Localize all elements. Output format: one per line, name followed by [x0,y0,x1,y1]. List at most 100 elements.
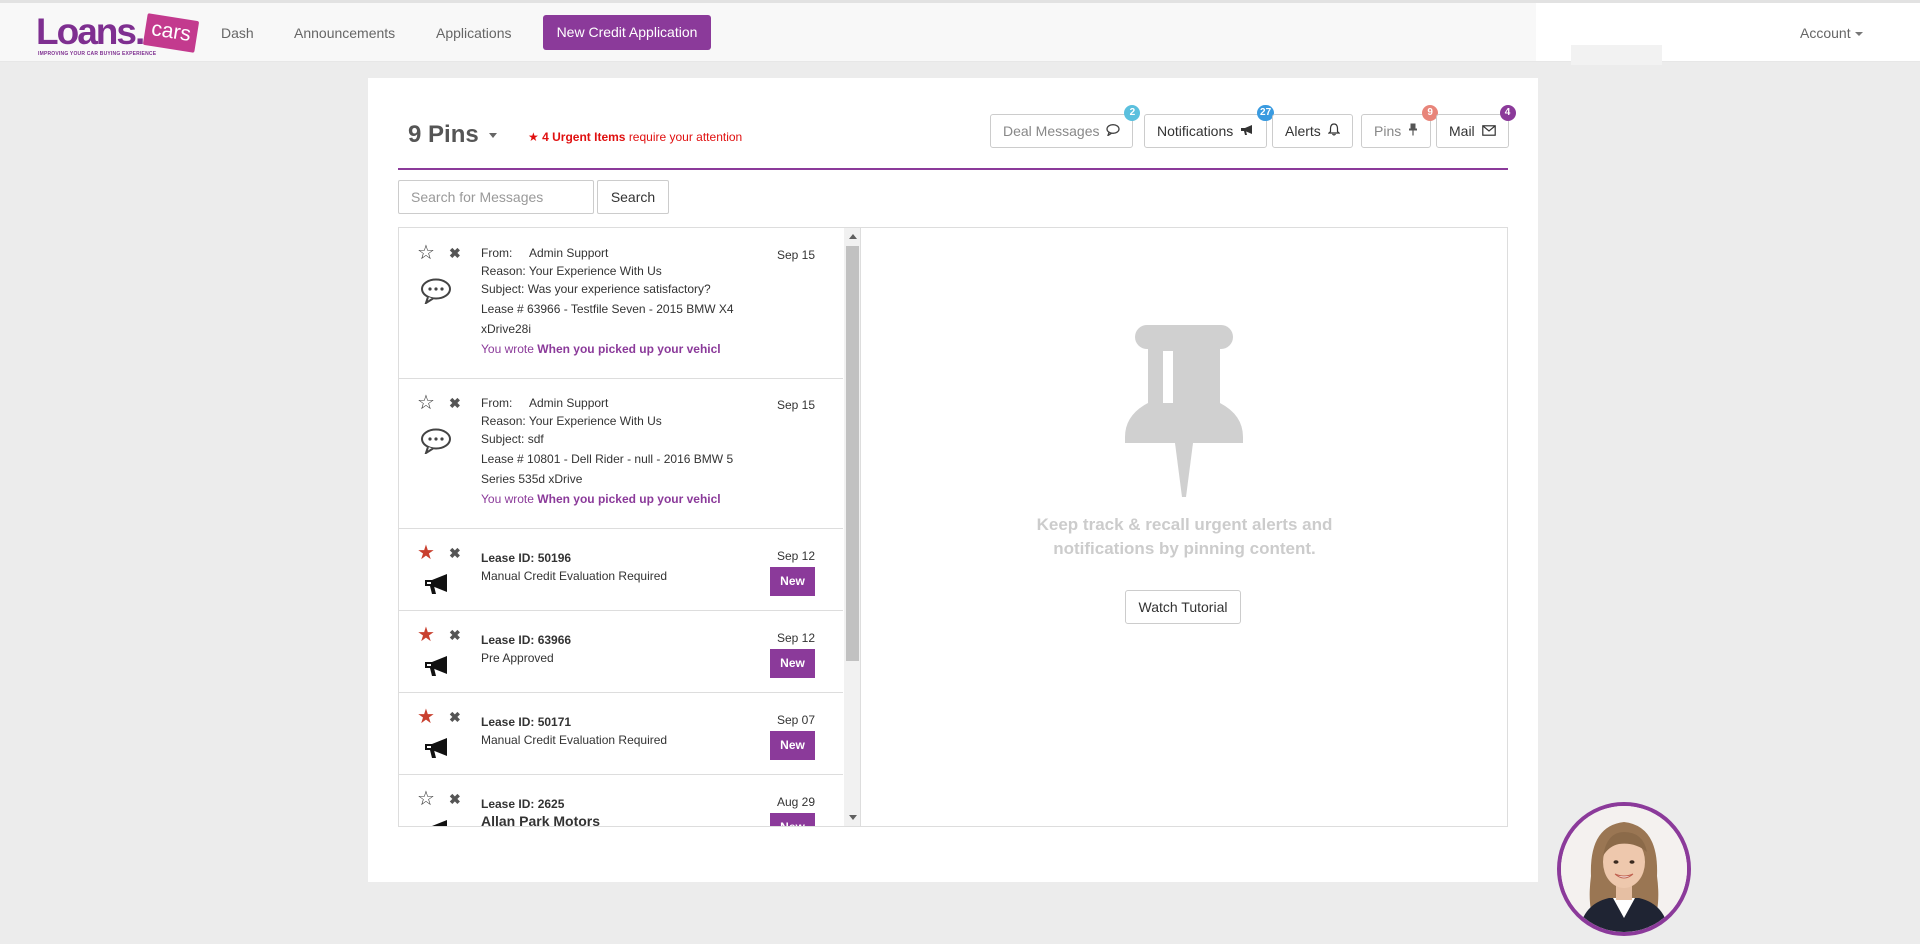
lease-id: Lease ID: 50171 [481,715,572,729]
account-dropdown[interactable]: Account [1800,25,1863,41]
close-icon[interactable]: ✖ [449,395,461,412]
list-item[interactable]: ☆ ✖ Lease ID: 2625 Allan Park Motors Aug… [399,775,843,827]
scroll-down-arrow-icon[interactable] [849,815,857,820]
message-reason: Reason: Your Experience With Us [481,262,662,280]
list-item[interactable]: ☆ ✖ From: Admin Support Reason: Your Expe… [399,379,843,529]
reason-value: Your Experience With Us [528,414,662,428]
mail-badge: 4 [1499,105,1516,121]
lease-line-1: Lease # 10801 - Dell Rider - null - 2016… [481,452,734,466]
star-outline-icon[interactable]: ☆ [417,243,435,263]
pins-title: 9 Pins [408,121,479,148]
deal-messages-label: Deal Messages [1003,123,1100,139]
scroll-thumb[interactable] [846,246,859,661]
caret-down-icon [489,133,498,139]
lease-line-2: Series 535d xDrive [481,472,583,486]
pins-card: 9 Pins ★ 4 Urgent Items require your att… [368,78,1538,882]
support-agent-avatar[interactable] [1557,802,1691,936]
logo-accent: cars [142,13,200,53]
new-badge[interactable]: New [770,567,815,596]
notifications-label: Notifications [1157,123,1234,139]
star-icon: ★ [528,130,539,144]
top-navbar: Loans. cars IMPROVING YOUR CAR BUYING EX… [0,0,1920,65]
deal-messages-button[interactable]: Deal Messages 2 [990,105,1141,148]
from-label: From: [481,396,513,410]
pins-dropdown[interactable]: 9 Pins [408,121,498,149]
header-divider [398,168,1508,170]
subject-label: Subject: [481,432,525,446]
message-date: Sep 15 [776,248,815,262]
from-value: Admin Support [529,396,609,410]
reason-label: Reason: [481,414,526,428]
close-icon[interactable]: ✖ [449,709,461,726]
alerts-button[interactable]: Alerts [1272,114,1353,148]
you-wrote-preview: You wrote When you picked up your vehicl [481,490,721,508]
notification-text: Allan Park Motors [481,813,601,827]
new-badge[interactable]: New [770,731,815,760]
notification-text: Manual Credit Evaluation Required [481,569,668,583]
alerts-label: Alerts [1285,123,1321,139]
nav-dash-link[interactable]: Dash [221,25,254,41]
pushpin-icon [1125,325,1243,497]
list-item[interactable]: ★ ✖ Lease ID: 50171 Manual Credit Evalua… [399,693,843,775]
wrote-label: You wrote [481,492,534,506]
from-value: Admin Support [529,246,609,260]
lease-id: Lease ID: 2625 [481,797,565,811]
notifications-button[interactable]: Notifications 27 [1144,105,1275,148]
watch-tutorial-button[interactable]: Watch Tutorial [1125,590,1241,624]
notification-date: Aug 29 [776,795,815,809]
list-item[interactable]: ☆ ✖ From: Admin Support Reason: Your Expe… [399,228,843,379]
pin-icon [1409,123,1418,136]
nav-announcements-link[interactable]: Announcements [294,25,395,41]
bullhorn-icon [425,574,447,594]
star-filled-icon[interactable]: ★ [417,543,435,563]
list-scrollbar[interactable] [844,228,860,826]
close-icon[interactable]: ✖ [449,627,461,644]
wrote-text: When you picked up your vehicl [537,342,721,356]
search-messages-input[interactable] [398,180,594,214]
mail-button[interactable]: Mail 4 [1436,105,1516,148]
message-subject: Subject: Was your experience satisfactor… [481,280,711,298]
deal-messages-badge: 2 [1124,105,1141,121]
account-label: Account [1800,25,1851,41]
scroll-up-arrow-icon[interactable] [849,234,857,239]
list-item[interactable]: ★ ✖ Lease ID: 50196 Manual Credit Evalua… [399,529,843,611]
notification-text: Manual Credit Evaluation Required [481,733,668,747]
chat-bubble-icon [421,428,451,454]
new-credit-application-button[interactable]: New Credit Application [543,15,711,50]
mail-label: Mail [1449,123,1475,139]
star-outline-icon[interactable]: ☆ [417,789,435,809]
loans-cars-logo[interactable]: Loans. cars IMPROVING YOUR CAR BUYING EX… [36,11,200,59]
close-icon[interactable]: ✖ [449,791,461,808]
bullhorn-icon [425,656,447,676]
star-filled-icon[interactable]: ★ [417,707,435,727]
pin-detail-panel: Keep track & recall urgent alerts and no… [861,227,1508,827]
reason-label: Reason: [481,264,526,278]
close-icon[interactable]: ✖ [449,245,461,262]
notification-date: Sep 12 [776,549,815,563]
new-badge[interactable]: New [770,813,815,826]
star-outline-icon[interactable]: ☆ [417,393,435,413]
message-from: From: Admin Support [481,394,608,412]
bullhorn-icon [1241,125,1253,135]
pins-button[interactable]: Pins 9 [1361,105,1439,148]
message-from: From: Admin Support [481,244,608,262]
lease-line-2: xDrive28i [481,322,532,336]
you-wrote-preview: You wrote When you picked up your vehicl [481,340,721,358]
logo-text: Loans. [36,11,145,52]
comment-icon [1106,124,1121,138]
urgent-notice[interactable]: ★ 4 Urgent Items require your attention [528,130,742,144]
nav-applications-link[interactable]: Applications [436,25,512,41]
star-filled-icon[interactable]: ★ [417,625,435,645]
message-date: Sep 15 [776,398,815,412]
reason-value: Your Experience With Us [528,264,662,278]
message-list[interactable]: ☆ ✖ From: Admin Support Reason: Your Expe… [398,227,861,827]
new-badge[interactable]: New [770,649,815,678]
lease-id: Lease ID: 63966 [481,633,572,647]
wrote-label: You wrote [481,342,534,356]
notification-text: Pre Approved [481,651,554,665]
logo-tagline: IMPROVING YOUR CAR BUYING EXPERIENCE [38,51,157,57]
list-item[interactable]: ★ ✖ Lease ID: 63966 Pre Approved Sep 12 … [399,611,843,693]
close-icon[interactable]: ✖ [449,545,461,562]
urgent-text: require your attention [628,130,743,144]
search-button[interactable]: Search [597,180,669,214]
